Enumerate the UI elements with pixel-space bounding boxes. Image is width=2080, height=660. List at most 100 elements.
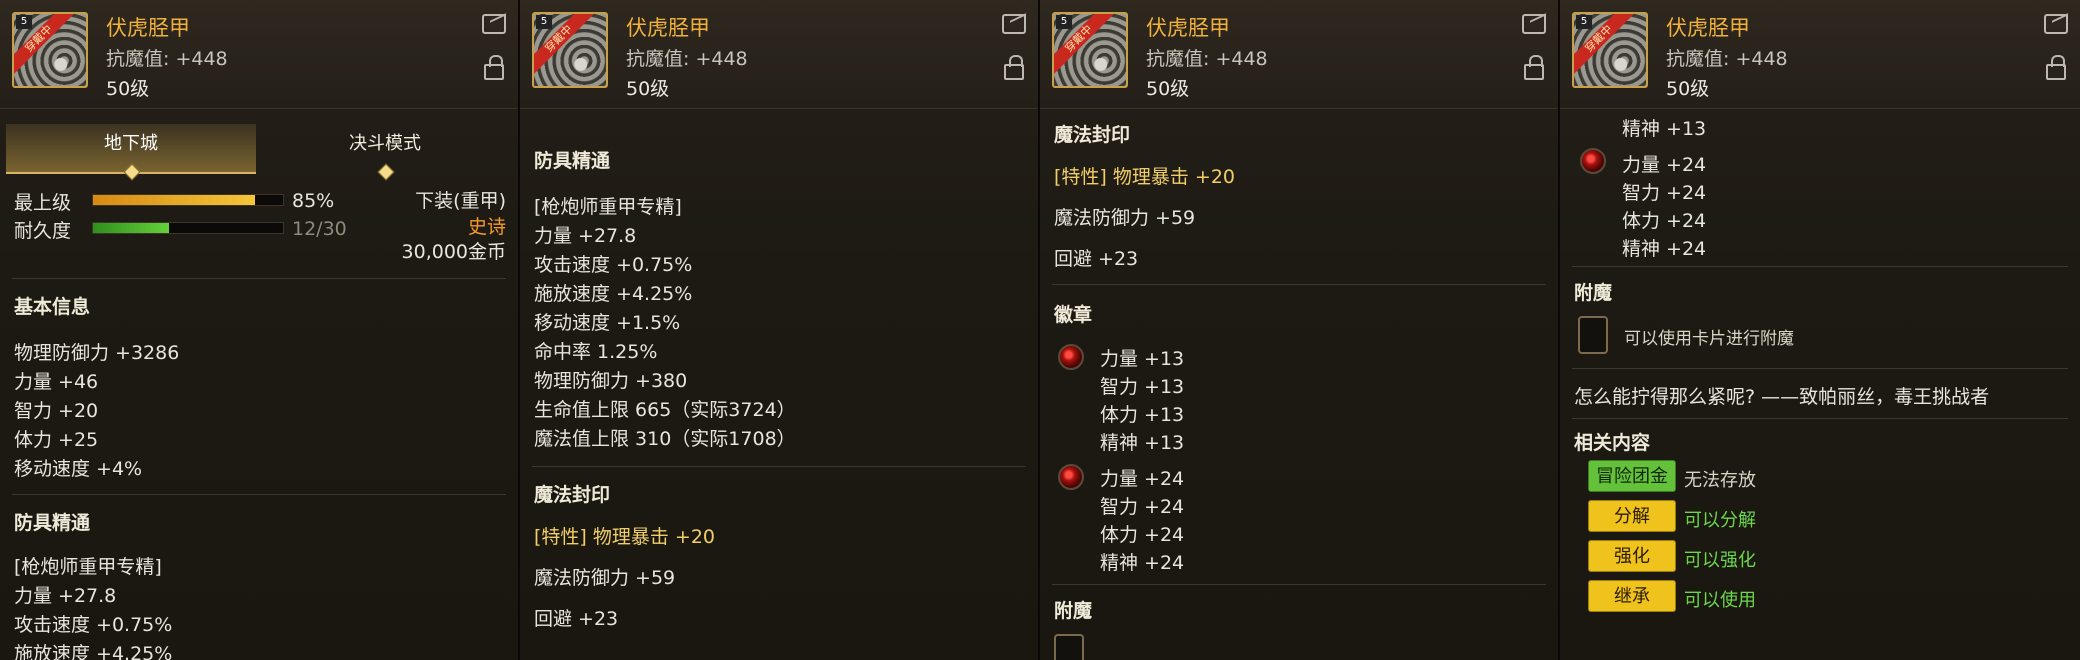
emblem-stat: 精神 +24 — [1622, 238, 1707, 260]
tab-duel[interactable]: 决斗模式 — [260, 124, 510, 181]
divider — [1572, 418, 2068, 419]
enchant-card-slot[interactable] — [1578, 316, 1608, 354]
emblem-stat: 智力 +24 — [1622, 182, 1707, 204]
item-rarity: 史诗 — [467, 216, 506, 238]
item-stat: 抗魔值: +448 — [1146, 48, 1268, 70]
emblem-stat: 力量 +24 — [1622, 154, 1707, 176]
share-icon[interactable] — [2044, 14, 2068, 34]
emblem-stat: 力量 +13 — [1100, 348, 1185, 370]
grade-label: 最上级 — [14, 192, 72, 214]
seal-stat: 回避 +23 — [534, 608, 619, 630]
related-title: 相关内容 — [1574, 432, 1651, 454]
grade-bar — [92, 194, 284, 206]
vault-status: 无法存放 — [1684, 470, 1756, 491]
emblem-stat: 精神 +13 — [1622, 118, 1707, 140]
reinforce-status: 可以强化 — [1684, 550, 1756, 571]
item-type: 下装(重甲) — [415, 190, 506, 212]
item-header: 穿戴中 5 伏虎胫甲 抗魔值: +448 50级 — [1560, 0, 2080, 109]
disassemble-status: 可以分解 — [1684, 510, 1756, 531]
lock-icon[interactable] — [2046, 55, 2066, 80]
lock-icon[interactable] — [484, 55, 504, 80]
icon-level-mark: 5 — [1056, 15, 1072, 29]
emblem-stat: 体力 +24 — [1622, 210, 1707, 232]
divider — [12, 278, 506, 279]
divider — [1572, 266, 2068, 267]
basic-stat: 移动速度 +4% — [14, 458, 143, 480]
item-name: 伏虎胫甲 — [1146, 16, 1230, 40]
item-name: 伏虎胫甲 — [106, 16, 190, 40]
item-icon[interactable]: 穿戴中 5 — [532, 12, 608, 88]
mastery-stat: 物理防御力 +380 — [534, 370, 688, 392]
emblem-stat: 精神 +13 — [1100, 432, 1185, 454]
inherit-button[interactable]: 继承 — [1588, 580, 1676, 612]
enchant-title: 附魔 — [1574, 282, 1613, 304]
emblem-stat: 精神 +24 — [1100, 552, 1185, 574]
tab-indicator-icon — [377, 163, 395, 181]
emblem-icon[interactable] — [1058, 344, 1084, 370]
tooltip-panel-3: 穿戴中 5 伏虎胫甲 抗魔值: +448 50级 魔法封印 [特性] 物理暴击 … — [1040, 0, 1560, 660]
mastery-stat: 力量 +27.8 — [14, 585, 117, 607]
seal-trait: [特性] 物理暴击 +20 — [1054, 166, 1236, 188]
disassemble-button[interactable]: 分解 — [1588, 500, 1676, 532]
tab-indicator-icon — [123, 163, 141, 181]
enchant-card-slot[interactable] — [1054, 634, 1084, 660]
lock-icon[interactable] — [1004, 55, 1024, 80]
divider — [1052, 284, 1546, 285]
share-icon[interactable] — [1522, 14, 1546, 34]
mastery-stat: 施放速度 +4.25% — [534, 283, 693, 305]
adventure-vault-button[interactable]: 冒险团金库 — [1588, 460, 1676, 519]
mastery-stat: 力量 +27.8 — [534, 225, 637, 247]
mastery-title: 防具精通 — [14, 512, 91, 534]
lock-icon[interactable] — [1524, 55, 1544, 80]
item-icon[interactable]: 穿戴中 5 — [1572, 12, 1648, 88]
share-icon[interactable] — [482, 14, 506, 34]
mastery-stat: 命中率 1.25% — [534, 341, 658, 363]
emblem-title: 徽章 — [1054, 304, 1093, 326]
divider — [532, 466, 1026, 467]
item-level: 50级 — [1666, 78, 1710, 100]
mastery-stat: 移动速度 +1.5% — [534, 312, 681, 334]
enchant-hint: 可以使用卡片进行附魔 — [1624, 329, 1794, 349]
tab-dungeon-label: 地下城 — [104, 133, 158, 154]
basic-info-title: 基本信息 — [14, 296, 91, 318]
seal-title: 魔法封印 — [534, 484, 611, 506]
item-price: 30,000金币 — [401, 241, 506, 263]
seal-trait: [特性] 物理暴击 +20 — [534, 526, 716, 548]
reinforce-button[interactable]: 强化 — [1588, 540, 1676, 572]
mastery-stat: [枪炮师重甲专精] — [534, 196, 682, 218]
emblem-stat: 力量 +24 — [1100, 468, 1185, 490]
mastery-stat: 攻击速度 +0.75% — [14, 614, 173, 636]
emblem-stat: 体力 +24 — [1100, 524, 1185, 546]
seal-stat: 魔法防御力 +59 — [1054, 207, 1196, 229]
emblem-stat: 体力 +13 — [1100, 404, 1185, 426]
tab-dungeon[interactable]: 地下城 — [6, 124, 256, 181]
emblem-stat: 智力 +13 — [1100, 376, 1185, 398]
item-stat: 抗魔值: +448 — [626, 48, 748, 70]
emblem-icon[interactable] — [1058, 464, 1084, 490]
divider — [1572, 368, 2068, 369]
tooltip-panel-2: 穿戴中 5 伏虎胫甲 抗魔值: +448 50级 防具精通 [枪炮师重甲专精] … — [520, 0, 1040, 660]
basic-stat: 物理防御力 +3286 — [14, 342, 180, 364]
item-level: 50级 — [106, 78, 150, 100]
mastery-stat: 施放速度 +4.25% — [14, 643, 173, 660]
item-icon[interactable]: 穿戴中 5 — [12, 12, 88, 88]
item-stat: 抗魔值: +448 — [106, 48, 228, 70]
icon-level-mark: 5 — [1576, 15, 1592, 29]
tooltip-panel-1: 穿戴中 5 伏虎胫甲 抗魔值: +448 50级 地下城 决斗模式 最上级 85… — [0, 0, 520, 660]
seal-stat: 魔法防御力 +59 — [534, 567, 676, 589]
item-icon[interactable]: 穿戴中 5 — [1052, 12, 1128, 88]
basic-stat: 体力 +25 — [14, 429, 99, 451]
item-header: 穿戴中 5 伏虎胫甲 抗魔值: +448 50级 — [0, 0, 518, 109]
durability-label: 耐久度 — [14, 220, 72, 242]
item-header: 穿戴中 5 伏虎胫甲 抗魔值: +448 50级 — [1040, 0, 1558, 109]
seal-title: 魔法封印 — [1054, 124, 1131, 146]
share-icon[interactable] — [1002, 14, 1026, 34]
flavor-text: 怎么能拧得那么紧呢? ——致帕丽丝，毒王挑战者 — [1574, 386, 1990, 408]
tab-duel-label: 决斗模式 — [349, 133, 421, 154]
emblem-icon[interactable] — [1580, 148, 1606, 174]
item-name: 伏虎胫甲 — [626, 16, 710, 40]
mastery-stat: 攻击速度 +0.75% — [534, 254, 693, 276]
basic-stat: 力量 +46 — [14, 371, 99, 393]
item-level: 50级 — [626, 78, 670, 100]
mastery-stat: [枪炮师重甲专精] — [14, 556, 162, 578]
